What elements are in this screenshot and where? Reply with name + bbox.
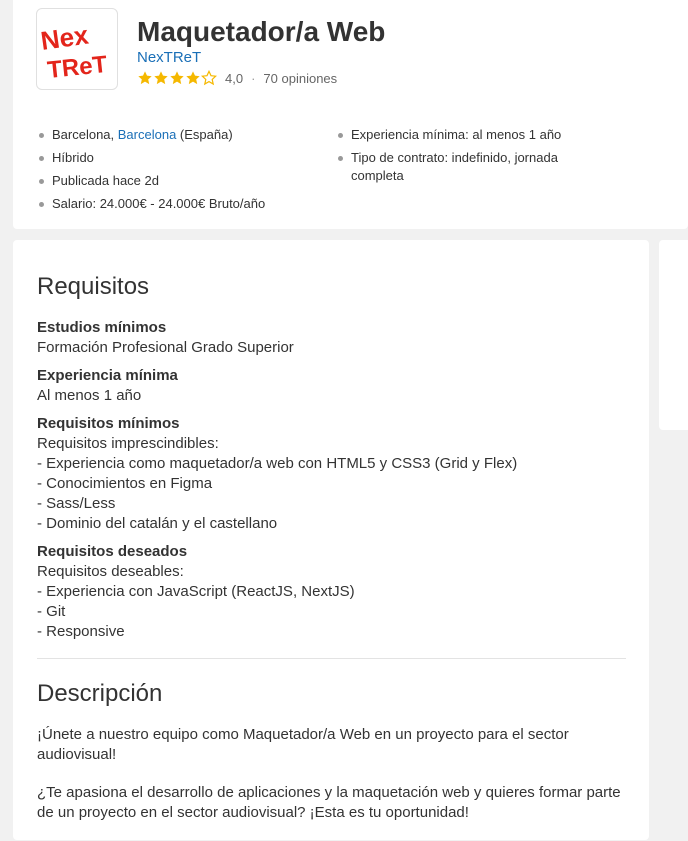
company-logo[interactable]: Nex TReT [36,8,118,90]
star-full-icon [170,71,184,85]
nextret-logo-icon: Nex TReT [39,19,109,84]
desired-requirement-line: - Experiencia con JavaScript (ReactJS, N… [37,583,355,600]
desired-requirement-line: - Git [37,603,66,620]
location-fact: Barcelona, Barcelona (España) [37,126,327,144]
desired-requirements-block: Requisitos deseados Requisitos deseables… [37,542,627,642]
experience-fact: Experiencia mínima: al menos 1 año [336,126,596,144]
rating-stars [137,70,217,86]
minimum-requirement-line: - Dominio del catalán y el castellano [37,515,278,532]
star-empty-icon [201,70,217,86]
minimum-requirement-line: - Experiencia como maquetador/a web con … [37,455,518,472]
job-detail-content: Requisitos Estudios mínimos Formación Pr… [37,272,627,841]
salary-fact: Salario: 24.000€ - 24.000€ Bruto/año [37,195,327,213]
minimum-requirements-label: Requisitos mínimos [37,415,180,432]
minimum-requirement-line: - Conocimientos en Figma [37,475,213,492]
logo-text-bottom: TReT [46,51,109,84]
job-title: Maquetador/a Web [137,16,386,47]
desired-requirements-label: Requisitos deseados [37,543,188,560]
description-title: Descripción [37,680,163,707]
studies-label: Estudios mínimos [37,319,167,336]
minimum-requirements-block: Requisitos mínimos Requisitos imprescind… [37,414,627,534]
location-city: Barcelona, [52,127,118,142]
rating-value: 4,0 [225,70,244,86]
reviews-count[interactable]: 70 opiniones [263,71,337,86]
published-fact: Publicada hace 2d [37,172,327,190]
desired-requirement-line: - Responsive [37,623,125,640]
location-province-link[interactable]: Barcelona [118,127,177,142]
experience-label: Experiencia mínima [37,367,178,384]
studies-block: Estudios mínimos Formación Profesional G… [37,318,627,358]
job-detail-card: Requisitos Estudios mínimos Formación Pr… [13,240,649,840]
contract-fact: Tipo de contrato: indefinido, jornada co… [336,149,596,185]
description-paragraph: ¡Únete a nuestro equipo como Maquetador/… [37,726,569,763]
section-divider [37,658,626,659]
logo-text-top: Nex [39,19,91,55]
company-rating[interactable]: 4,0 · 70 opiniones [137,69,337,87]
star-full-icon [154,71,168,85]
star-full-icon [138,71,152,85]
minimum-requirement-line: - Sass/Less [37,495,116,512]
star-full-icon [186,71,200,85]
company-link[interactable]: NexTReT [137,49,201,66]
minimum-requirement-line: Requisitos imprescindibles: [37,435,219,452]
location-country: (España) [176,127,233,142]
studies-value: Formación Profesional Grado Superior [37,339,294,356]
requirements-title: Requisitos [37,273,150,300]
modality-fact: Híbrido [37,149,327,167]
job-facts-right: Experiencia mínima: al menos 1 año Tipo … [336,126,596,190]
experience-value: Al menos 1 año [37,387,142,404]
description-paragraph: ¿Te apasiona el desarrollo de aplicacion… [37,784,621,821]
experience-block: Experiencia mínima Al menos 1 año [37,366,627,406]
job-header-card: Nex TReT Maquetador/a Web NexTReT 4,0 · … [13,0,688,229]
rating-separator: · [251,70,256,86]
job-facts-left: Barcelona, Barcelona (España) Híbrido Pu… [37,126,327,218]
desired-requirement-line: Requisitos deseables: [37,563,184,580]
side-panel-card [659,240,688,430]
